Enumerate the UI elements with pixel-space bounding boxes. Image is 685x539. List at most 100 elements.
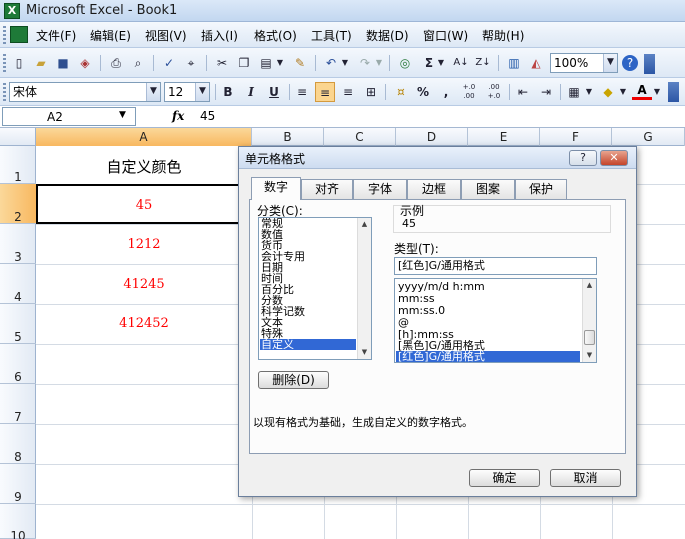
tab-font[interactable]: 字体 xyxy=(353,179,407,199)
cell-a4[interactable]: 41245 xyxy=(36,277,252,292)
tab-number[interactable]: 数字 xyxy=(251,177,301,200)
row-header-10[interactable]: 10 xyxy=(0,504,36,539)
type-input[interactable]: [红色]G/通用格式 xyxy=(394,257,597,275)
redo-icon[interactable]: ↷ xyxy=(355,53,375,73)
row-header-7[interactable]: 7 xyxy=(0,384,36,424)
menu-help[interactable]: 帮助(H) xyxy=(482,27,524,44)
list-item[interactable]: 常规 xyxy=(260,218,356,229)
research-icon[interactable]: ⌖ xyxy=(181,53,201,73)
spelling-icon[interactable]: ✓ xyxy=(159,53,179,73)
toolbar-options-icon[interactable] xyxy=(644,54,655,74)
menu-data[interactable]: 数据(D) xyxy=(366,27,409,44)
zoom-combo[interactable]: 100% ▼ xyxy=(550,53,618,73)
open-folder-icon[interactable]: ▰ xyxy=(31,53,51,73)
new-document-icon[interactable]: ▯ xyxy=(9,53,29,73)
delete-button[interactable]: 删除(D) xyxy=(258,371,329,389)
menu-bar-grip[interactable] xyxy=(3,26,6,44)
list-item[interactable]: 特殊 xyxy=(260,328,356,339)
help-icon[interactable]: ? xyxy=(622,55,638,71)
scroll-down-icon[interactable]: ▼ xyxy=(583,349,596,362)
dialog-help-button[interactable]: ? xyxy=(569,150,597,166)
fill-color-icon[interactable]: ◆ xyxy=(598,82,618,102)
paste-dropdown-icon[interactable]: ▼ xyxy=(275,53,285,73)
menu-view[interactable]: 视图(V) xyxy=(145,27,187,44)
dialog-title-bar[interactable]: 单元格格式 ? ✕ xyxy=(239,147,636,169)
redo-dropdown-icon[interactable]: ▼ xyxy=(374,53,384,73)
scroll-up-icon[interactable]: ▲ xyxy=(583,279,596,292)
align-right-icon[interactable]: ≡ xyxy=(338,82,358,102)
type-scrollbar[interactable]: ▲ ▼ xyxy=(582,279,596,362)
fill-color-dropdown-icon[interactable]: ▼ xyxy=(618,82,628,102)
menu-tools[interactable]: 工具(T) xyxy=(311,27,352,44)
undo-icon[interactable]: ↶ xyxy=(321,53,341,73)
column-header-g[interactable]: G xyxy=(612,128,685,146)
chevron-down-icon[interactable]: ▼ xyxy=(195,83,209,101)
ok-button[interactable]: 确定 xyxy=(469,469,540,487)
autosum-dropdown-icon[interactable]: ▼ xyxy=(436,53,446,73)
hyperlink-icon[interactable]: ◎ xyxy=(395,53,415,73)
increase-decimal-button[interactable]: +.0 .00 xyxy=(458,82,480,102)
drawing-icon[interactable]: ◭ xyxy=(526,53,546,73)
list-item[interactable]: 货币 xyxy=(260,240,356,251)
toolbar-grip[interactable] xyxy=(3,54,6,72)
insert-function-icon[interactable]: fx xyxy=(172,109,184,123)
cell-a3[interactable]: 1212 xyxy=(36,237,252,252)
row-header-9[interactable]: 9 xyxy=(0,464,36,504)
bold-button[interactable]: B xyxy=(218,82,238,102)
list-item[interactable]: [h]:mm:ss xyxy=(396,329,580,340)
list-item[interactable]: mm:ss xyxy=(396,293,580,304)
sort-ascending-icon[interactable]: A↓ xyxy=(451,53,471,73)
menu-window[interactable]: 窗口(W) xyxy=(423,27,468,44)
column-header-c[interactable]: C xyxy=(324,128,396,146)
list-item-selected[interactable]: [红色]G/通用格式 xyxy=(396,351,580,362)
decrease-indent-icon[interactable]: ⇤ xyxy=(513,82,533,102)
row-header-3[interactable]: 3 xyxy=(0,224,36,264)
font-size-combo[interactable]: 12 ▼ xyxy=(164,82,210,102)
menu-file[interactable]: 文件(F) xyxy=(36,27,76,44)
menu-edit[interactable]: 编辑(E) xyxy=(90,27,131,44)
permission-icon[interactable]: ◈ xyxy=(75,53,95,73)
category-list[interactable]: 常规 数值 货币 会计专用 日期 时间 百分比 分数 科学记数 文本 特殊 自定… xyxy=(258,217,372,360)
chart-wizard-icon[interactable]: ▥ xyxy=(504,53,524,73)
row-header-2[interactable]: 2 xyxy=(0,184,36,224)
align-left-icon[interactable]: ≡ xyxy=(292,82,312,102)
select-all-corner[interactable] xyxy=(0,128,36,146)
percent-button[interactable]: % xyxy=(413,82,433,102)
merge-center-icon[interactable]: ⊞ xyxy=(361,82,381,102)
list-item[interactable]: @ xyxy=(396,317,580,328)
cell-a5[interactable]: 412452 xyxy=(36,316,252,331)
column-header-e[interactable]: E xyxy=(468,128,540,146)
copy-icon[interactable]: ❐ xyxy=(234,53,254,73)
print-icon[interactable]: ⎙ xyxy=(106,53,126,73)
list-item[interactable]: 时间 xyxy=(260,273,356,284)
tab-alignment[interactable]: 对齐 xyxy=(301,179,353,199)
list-item[interactable]: 百分比 xyxy=(260,284,356,295)
workbook-icon[interactable] xyxy=(10,26,28,43)
decrease-decimal-button[interactable]: .00 +.0 xyxy=(483,82,505,102)
comma-style-button[interactable]: , xyxy=(436,82,456,102)
column-header-b[interactable]: B xyxy=(252,128,324,146)
tab-protection[interactable]: 保护 xyxy=(515,179,567,199)
column-header-d[interactable]: D xyxy=(396,128,468,146)
underline-button[interactable]: U xyxy=(264,82,284,102)
list-item[interactable]: 日期 xyxy=(260,262,356,273)
chevron-down-icon[interactable]: ▼ xyxy=(119,110,126,120)
list-item[interactable]: 数值 xyxy=(260,229,356,240)
column-header-f[interactable]: F xyxy=(540,128,612,146)
paste-icon[interactable]: ▤ xyxy=(256,53,276,73)
row-header-4[interactable]: 4 xyxy=(0,264,36,304)
list-item[interactable]: mm:ss.0 xyxy=(396,305,580,316)
list-item[interactable]: 分数 xyxy=(260,295,356,306)
row-header-5[interactable]: 5 xyxy=(0,304,36,344)
increase-indent-icon[interactable]: ⇥ xyxy=(536,82,556,102)
list-item[interactable]: [黑色]G/通用格式 xyxy=(396,340,580,351)
dialog-close-button[interactable]: ✕ xyxy=(600,150,628,166)
row-header-8[interactable]: 8 xyxy=(0,424,36,464)
name-box[interactable]: A2 ▼ xyxy=(2,107,136,126)
font-color-icon[interactable]: A xyxy=(632,82,652,100)
borders-dropdown-icon[interactable]: ▼ xyxy=(584,82,594,102)
list-item[interactable]: yyyy/m/d h:mm xyxy=(396,281,580,292)
borders-icon[interactable]: ▦ xyxy=(564,82,584,102)
save-icon[interactable]: ■ xyxy=(53,53,73,73)
tab-border[interactable]: 边框 xyxy=(407,179,461,199)
